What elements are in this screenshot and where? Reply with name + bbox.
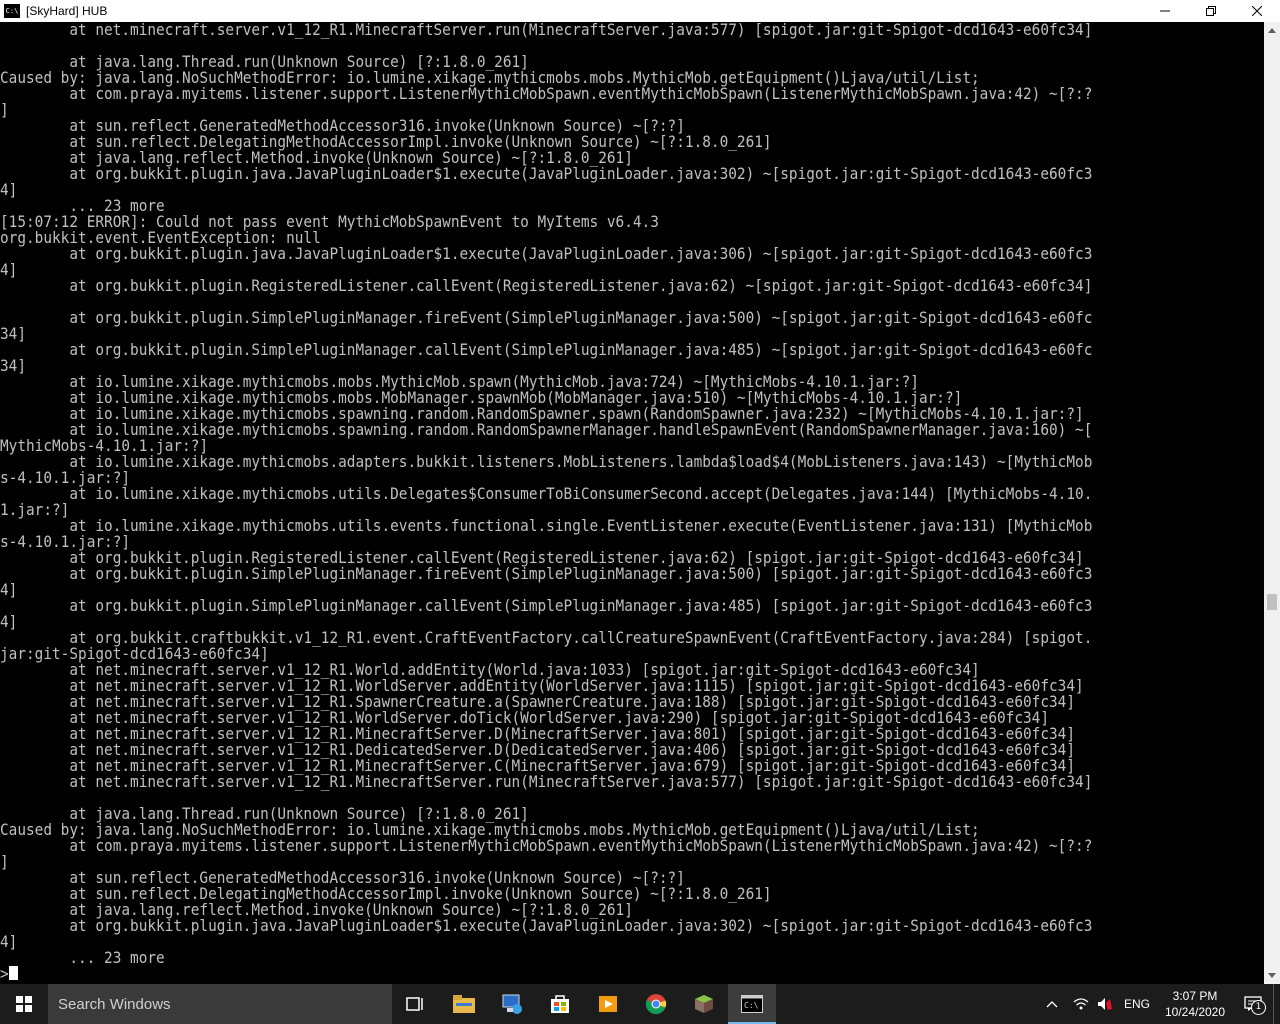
console-line: ... 23 more	[0, 948, 165, 967]
chevron-up-icon	[1046, 1001, 1058, 1008]
volume-muted-icon	[1098, 998, 1112, 1010]
clock-time: 3:07 PM	[1172, 989, 1218, 1003]
console-icon: C:\	[741, 995, 763, 1013]
console-log: at net.minecraft.server.v1_12_R1.Minecra…	[0, 22, 1138, 966]
pinned-apps: C:\	[392, 984, 776, 1024]
text-cursor	[8, 966, 18, 980]
restore-icon	[1206, 6, 1216, 16]
taskbar-search[interactable]	[48, 984, 392, 1024]
task-view-icon	[406, 997, 423, 1011]
window-controls	[1142, 0, 1280, 22]
minecraft-icon	[695, 995, 713, 1013]
console-line: at org.bukkit.plugin.SimplePluginManager…	[0, 596, 1093, 615]
clock-button[interactable]: 3:07 PM 10/24/2020	[1157, 984, 1233, 1024]
console-line: at com.praya.myitems.listener.support.Li…	[0, 84, 1093, 103]
console-line: at org.bukkit.plugin.java.JavaPluginLoad…	[0, 164, 1093, 183]
scrollbar-thumb[interactable]	[1267, 594, 1277, 610]
console-line: at io.lumine.xikage.mythicmobs.adapters.…	[0, 452, 1093, 471]
minimize-button[interactable]	[1142, 0, 1188, 22]
scroll-down-arrow-icon	[1268, 973, 1276, 978]
console-line: at org.bukkit.plugin.SimplePluginManager…	[0, 340, 1093, 359]
system-tray: ENG 3:07 PM 10/24/2020 1	[1035, 984, 1280, 1024]
file-explorer-icon	[453, 995, 475, 1013]
media-player-icon	[599, 996, 617, 1012]
scroll-up-arrow-icon	[1268, 28, 1276, 33]
input-language-button[interactable]: ENG	[1117, 984, 1157, 1024]
console-line: at org.bukkit.plugin.SimplePluginManager…	[0, 564, 1093, 583]
show-hidden-icons-button[interactable]	[1035, 984, 1069, 1024]
notification-count-badge: 1	[1251, 1000, 1266, 1015]
console-line: at org.bukkit.plugin.java.JavaPluginLoad…	[0, 244, 1093, 263]
console-line: at io.lumine.xikage.mythicmobs.utils.Del…	[0, 484, 1093, 503]
console-line: at org.bukkit.plugin.java.JavaPluginLoad…	[0, 916, 1093, 935]
minimize-icon	[1160, 10, 1170, 12]
close-icon	[1252, 6, 1262, 16]
network-status-button[interactable]	[1069, 984, 1093, 1024]
window-titlebar[interactable]: C:\ [SkyHard] HUB	[0, 0, 1280, 22]
close-button[interactable]	[1234, 0, 1280, 22]
window-title: [SkyHard] HUB	[26, 4, 108, 18]
network-app-icon	[502, 994, 522, 1014]
volume-button[interactable]	[1093, 984, 1117, 1024]
console-app-icon: C:\	[4, 4, 20, 18]
start-button[interactable]	[0, 984, 48, 1024]
console-line: at net.minecraft.server.v1_12_R1.Minecra…	[0, 22, 1093, 39]
wifi-icon	[1073, 998, 1089, 1010]
restore-button[interactable]	[1188, 0, 1234, 22]
chrome-button[interactable]	[632, 984, 680, 1024]
task-view-button[interactable]	[392, 984, 440, 1024]
file-explorer-button[interactable]	[440, 984, 488, 1024]
console-line: at org.bukkit.plugin.RegisteredListener.…	[0, 276, 1093, 295]
console-scrollbar[interactable]	[1264, 22, 1280, 984]
minecraft-button[interactable]	[680, 984, 728, 1024]
console-output[interactable]: at net.minecraft.server.v1_12_R1.Minecra…	[0, 22, 1264, 984]
console-line: at com.praya.myitems.listener.support.Li…	[0, 836, 1093, 855]
chrome-icon	[645, 994, 667, 1015]
console-prompt: >	[0, 964, 9, 983]
action-center-button[interactable]: 1	[1233, 984, 1273, 1024]
console-line: at org.bukkit.plugin.SimplePluginManager…	[0, 308, 1093, 327]
store-icon	[551, 995, 569, 1013]
clock-date: 10/24/2020	[1164, 1005, 1226, 1019]
windows-logo-icon	[16, 996, 32, 1012]
console-line: at net.minecraft.server.v1_12_R1.Minecra…	[0, 772, 1093, 791]
scroll-up-button[interactable]	[1264, 22, 1280, 39]
console-taskbar-button[interactable]: C:\	[728, 984, 776, 1024]
clock: 3:07 PM 10/24/2020	[1157, 988, 1233, 1020]
scroll-down-button[interactable]	[1264, 967, 1280, 984]
svg-text:C:\: C:\	[744, 1001, 759, 1010]
console-line: at io.lumine.xikage.mythicmobs.utils.eve…	[0, 516, 1093, 535]
network-app-button[interactable]	[488, 984, 536, 1024]
show-desktop-button[interactable]	[1273, 984, 1280, 1024]
media-player-button[interactable]	[584, 984, 632, 1024]
search-input[interactable]	[56, 994, 380, 1014]
store-button[interactable]	[536, 984, 584, 1024]
taskbar: C:\ ENG 3:07 PM 10/24/2020 1	[0, 984, 1280, 1024]
